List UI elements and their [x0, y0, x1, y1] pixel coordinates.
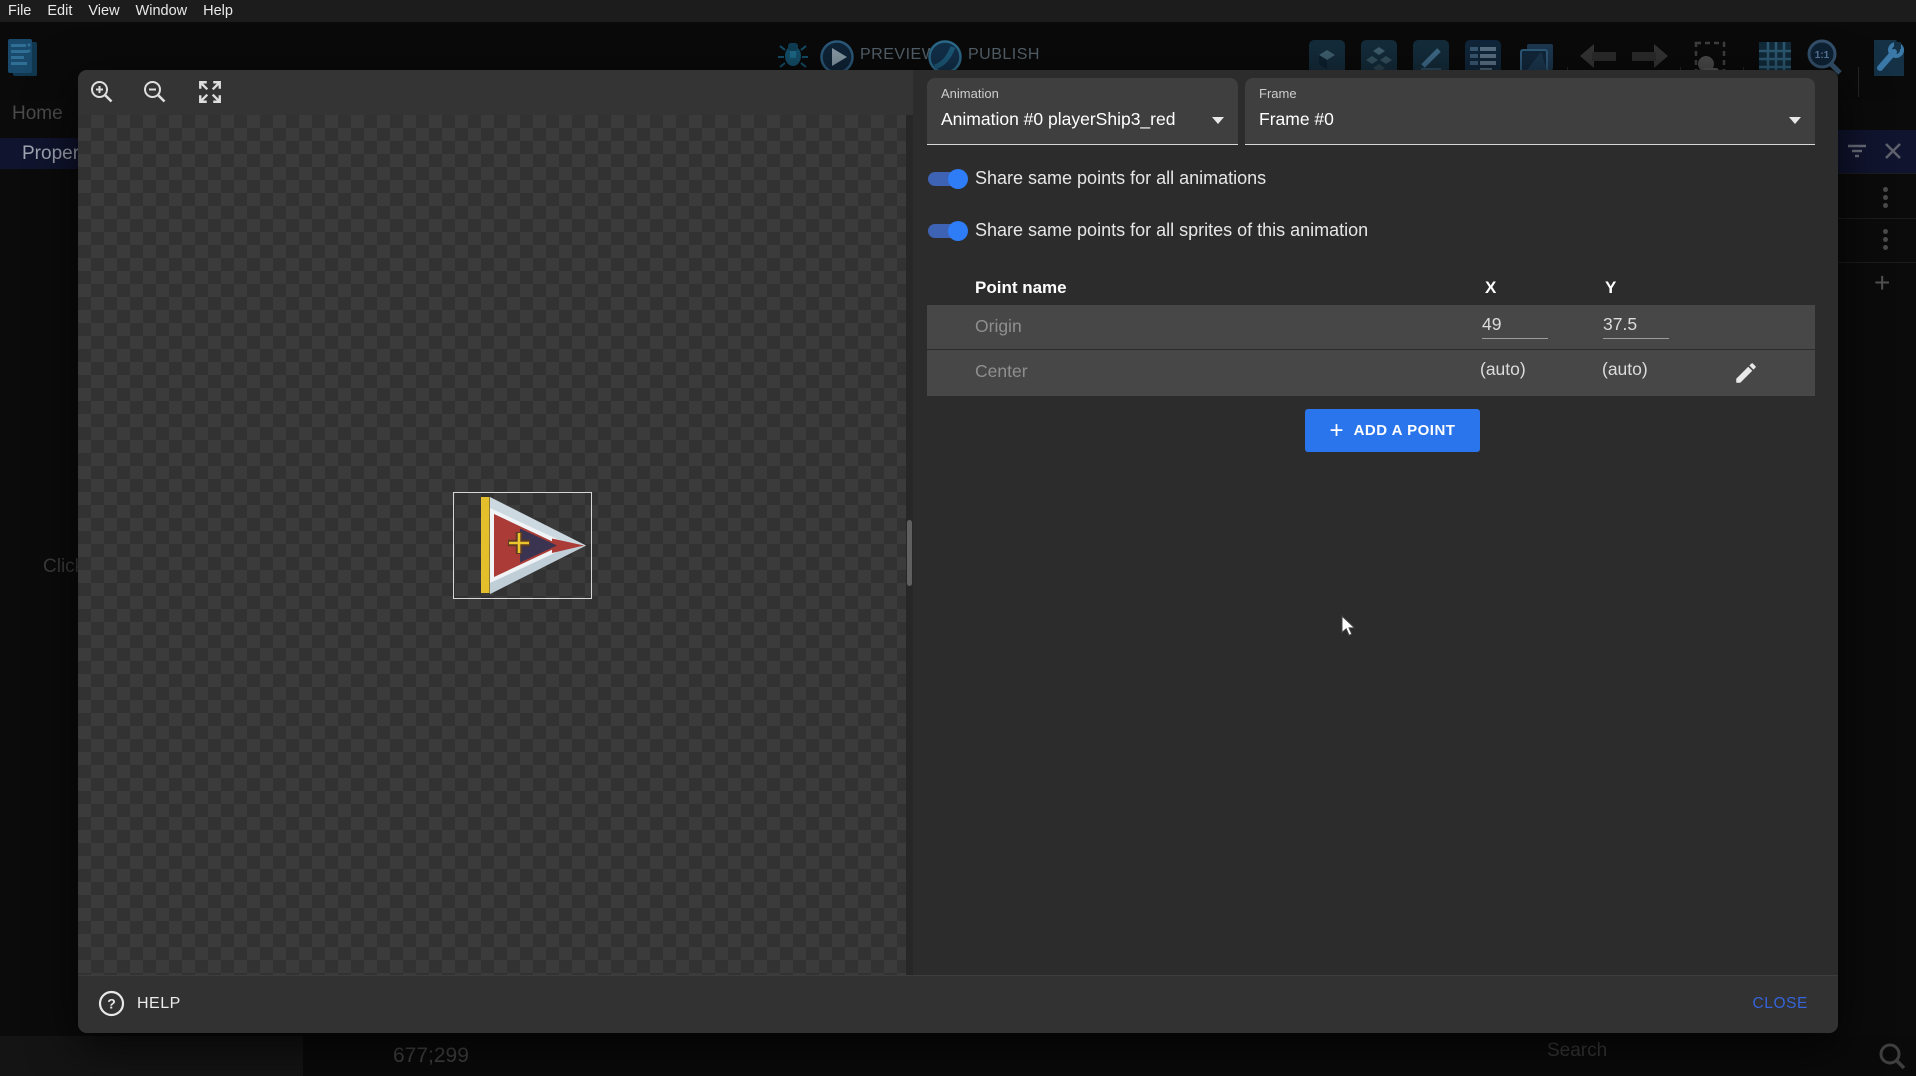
- origin-y-input[interactable]: 37.5: [1603, 314, 1669, 339]
- frame-select-label: Frame: [1259, 86, 1297, 101]
- kebab-menu-icon[interactable]: [1883, 226, 1889, 253]
- sprite-bounding-box[interactable]: [453, 492, 592, 599]
- scrollbar-handle[interactable]: [907, 520, 912, 586]
- app-window: File Edit View Window Help PREVIEW: [0, 0, 1916, 1076]
- zoom-ratio-text: 1:1: [1815, 50, 1830, 61]
- status-left-block: [0, 1036, 303, 1076]
- share-points-all-animations-label: Share same points for all animations: [975, 168, 1266, 189]
- origin-x-input[interactable]: 49: [1482, 314, 1548, 339]
- sprite-canvas[interactable]: [78, 115, 913, 975]
- center-y-value: (auto): [1602, 359, 1668, 380]
- status-bar: 677;299: [0, 1036, 1916, 1076]
- close-panel-icon[interactable]: [1883, 141, 1903, 161]
- cursor-coordinates: 677;299: [393, 1044, 469, 1068]
- plus-icon: +: [1330, 419, 1344, 443]
- chevron-down-icon: [1789, 117, 1801, 124]
- tab-properties-label: Proper: [22, 143, 79, 165]
- table-row-origin[interactable]: Origin 49 37.5: [927, 305, 1815, 349]
- table-row-center[interactable]: Center (auto) (auto): [927, 349, 1815, 396]
- x-header: X: [1485, 278, 1496, 298]
- add-point-button[interactable]: + ADD A POINT: [1305, 409, 1480, 452]
- animation-select[interactable]: Animation Animation #0 playerShip3_red: [927, 78, 1238, 145]
- canvas-toolbar: [78, 70, 913, 115]
- preview-play-icon[interactable]: [820, 40, 854, 74]
- point-name: Origin: [975, 316, 1022, 337]
- settings-wrench-icon[interactable]: [1870, 38, 1908, 78]
- search-icon[interactable]: [1878, 1042, 1906, 1070]
- dialog-footer: ? HELP CLOSE: [78, 975, 1838, 1033]
- close-button[interactable]: CLOSE: [1752, 995, 1808, 1013]
- edit-points-dialog: Animation Animation #0 playerShip3_red F…: [78, 70, 1838, 1033]
- debug-icon[interactable]: [777, 38, 809, 70]
- search-field[interactable]: [1545, 1039, 1905, 1073]
- project-manager-icon[interactable]: [7, 38, 41, 80]
- preview-button[interactable]: PREVIEW: [860, 46, 937, 64]
- redo-icon[interactable]: [1630, 44, 1668, 72]
- publish-button[interactable]: PUBLISH: [968, 46, 1040, 64]
- add-row-icon[interactable]: +: [1874, 267, 1890, 299]
- points-table: Point name X Y Origin 49 37.5 Center (au…: [927, 270, 1815, 396]
- kebab-menu-icon[interactable]: [1883, 184, 1889, 211]
- help-button[interactable]: ? HELP: [98, 990, 181, 1017]
- zoom-out-icon[interactable]: [142, 79, 168, 105]
- help-circle-icon: ?: [98, 990, 125, 1017]
- canvas-scrollbar[interactable]: [906, 115, 913, 975]
- zoom-in-icon[interactable]: [89, 79, 115, 105]
- menu-edit[interactable]: Edit: [47, 3, 72, 19]
- frame-select-value: Frame #0: [1259, 109, 1334, 130]
- menubar: File Edit View Window Help: [0, 0, 1916, 22]
- menu-window[interactable]: Window: [136, 3, 188, 19]
- animation-select-label: Animation: [941, 86, 999, 101]
- undo-icon[interactable]: [1580, 44, 1618, 72]
- share-points-all-sprites-toggle[interactable]: [928, 224, 965, 238]
- player-ship-sprite: [454, 493, 591, 598]
- filter-icon[interactable]: [1846, 142, 1868, 160]
- share-points-all-sprites-label: Share same points for all sprites of thi…: [975, 220, 1368, 241]
- edit-point-icon[interactable]: [1733, 360, 1759, 386]
- svg-text:?: ?: [107, 996, 116, 1012]
- animation-select-value: Animation #0 playerShip3_red: [941, 109, 1175, 130]
- fit-to-screen-icon[interactable]: [197, 79, 223, 105]
- point-name-header: Point name: [975, 278, 1067, 298]
- menu-help[interactable]: Help: [203, 3, 233, 19]
- frame-select[interactable]: Frame Frame #0: [1245, 78, 1815, 145]
- point-name: Center: [975, 361, 1028, 382]
- tab-home[interactable]: Home: [12, 103, 63, 125]
- y-header: Y: [1605, 278, 1616, 298]
- points-table-header: Point name X Y: [927, 270, 1815, 305]
- search-input[interactable]: [1545, 1039, 1849, 1063]
- center-x-value: (auto): [1480, 359, 1546, 380]
- chevron-down-icon: [1212, 117, 1224, 124]
- menu-file[interactable]: File: [8, 3, 31, 19]
- share-points-all-animations-toggle[interactable]: [928, 172, 965, 186]
- dialog-side-panel: Animation Animation #0 playerShip3_red F…: [913, 70, 1838, 975]
- menu-view[interactable]: View: [88, 3, 119, 19]
- right-panel-header: [1838, 130, 1916, 173]
